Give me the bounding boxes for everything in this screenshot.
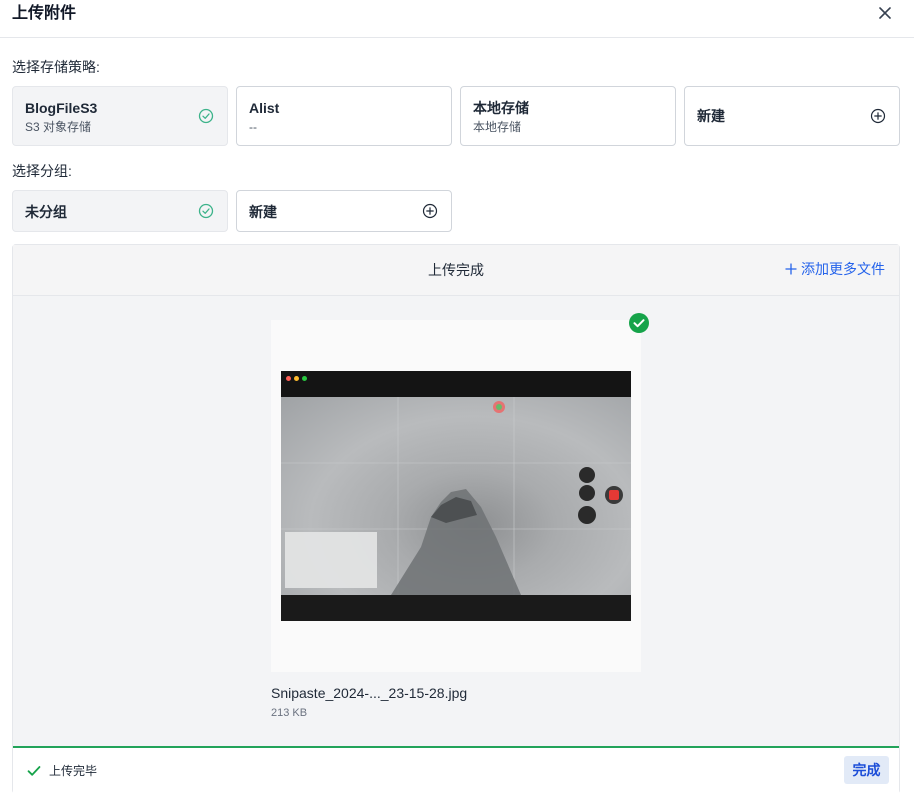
check-circle-icon — [198, 108, 214, 124]
storage-option-desc: S3 对象存储 — [25, 120, 92, 134]
check-circle-icon — [198, 203, 214, 219]
upload-footer: 上传完毕 完成 — [13, 748, 899, 794]
file-thumbnail — [281, 371, 631, 621]
thumbnail-titlebar — [281, 371, 631, 397]
storage-policy-label: 选择存储策略: — [12, 59, 100, 75]
dialog-header: 上传附件 — [0, 0, 914, 38]
file-name: Snipaste_2024-..._23-15-28.jpg — [271, 685, 468, 701]
add-more-label: 添加更多文件 — [801, 261, 885, 277]
dialog-title: 上传附件 — [12, 5, 77, 22]
check-icon — [27, 766, 41, 776]
plus-circle-icon — [422, 203, 438, 219]
close-button[interactable] — [871, 0, 899, 26]
finish-button[interactable]: 完成 — [844, 756, 889, 784]
upload-success-icon — [629, 313, 649, 333]
upload-status-title: 上传完成 — [428, 262, 484, 278]
thumbnail-video-frame — [281, 397, 631, 595]
storage-option-alist[interactable]: Alist -- — [236, 86, 452, 146]
file-size: 213 KB — [271, 707, 308, 719]
plus-icon — [785, 263, 797, 275]
upload-complete-label: 上传完毕 — [49, 764, 98, 778]
add-more-files-link[interactable]: 添加更多文件 — [785, 260, 885, 278]
group-option-ungrouped[interactable]: 未分组 — [12, 190, 228, 232]
thumbnail-player-controls — [281, 595, 631, 621]
upload-panel: 上传完成 添加更多文件 Snipaste_2024-..._23-15-28.j… — [12, 244, 900, 794]
storage-option-desc: 本地存储 — [473, 120, 522, 134]
storage-option-name: Alist — [249, 100, 280, 116]
close-icon — [879, 7, 891, 19]
new-group-button[interactable]: 新建 — [236, 190, 452, 232]
storage-option-desc: -- — [249, 120, 257, 134]
storage-option-local[interactable]: 本地存储 本地存储 — [460, 86, 676, 146]
upload-panel-header: 上传完成 添加更多文件 — [13, 245, 899, 296]
group-label: 选择分组: — [12, 163, 72, 179]
storage-option-name: 本地存储 — [473, 100, 529, 116]
thumbnail-scene — [281, 397, 631, 595]
storage-option-name: BlogFileS3 — [25, 100, 98, 116]
new-label: 新建 — [697, 108, 725, 124]
group-option-name: 未分组 — [25, 204, 67, 220]
upload-complete-status: 上传完毕 — [27, 763, 97, 779]
plus-circle-icon — [870, 108, 886, 124]
storage-option-blogfiles3[interactable]: BlogFileS3 S3 对象存储 — [12, 86, 228, 146]
new-storage-policy-button[interactable]: 新建 — [684, 86, 900, 146]
new-label: 新建 — [249, 204, 277, 220]
